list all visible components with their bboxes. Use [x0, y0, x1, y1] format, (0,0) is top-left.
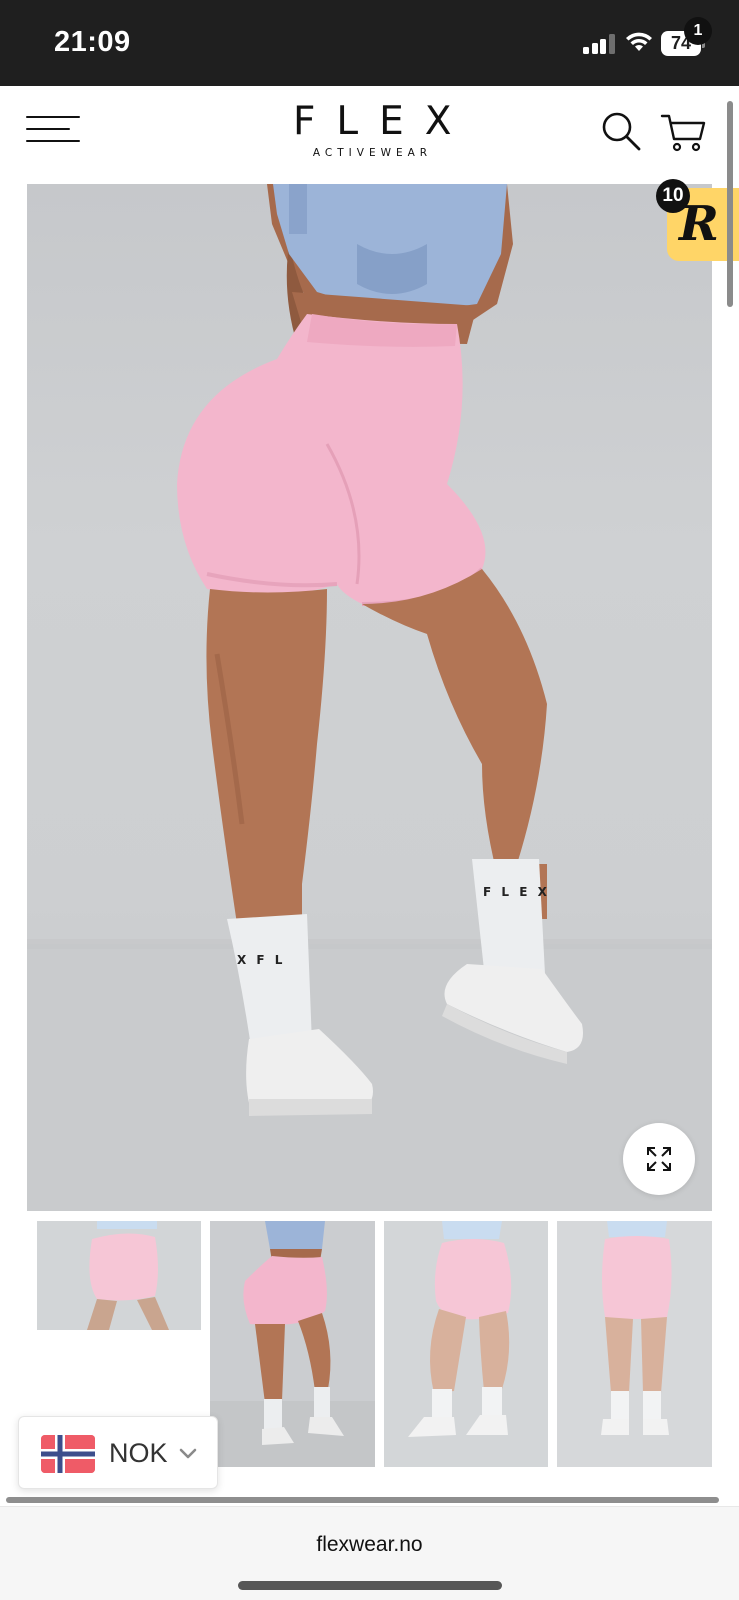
currency-selector[interactable]: NOK: [18, 1416, 218, 1489]
horizontal-scrollbar[interactable]: [6, 1497, 719, 1503]
browser-url-bar[interactable]: flexwear.no: [0, 1506, 739, 1600]
cart-count-badge[interactable]: 1: [684, 17, 712, 45]
search-icon[interactable]: [600, 110, 642, 152]
product-thumbnail-1[interactable]: [37, 1221, 201, 1330]
wifi-icon: [626, 32, 652, 51]
status-bar: 21:09 74: [0, 0, 739, 86]
currency-code: NOK: [109, 1438, 168, 1468]
zoom-button[interactable]: [623, 1123, 695, 1195]
main-product-image[interactable]: X F L F L E X: [27, 184, 712, 1211]
product-thumbnail-4[interactable]: [557, 1221, 712, 1467]
hamburger-menu-icon[interactable]: [26, 114, 82, 146]
cart-icon[interactable]: [660, 108, 708, 154]
vertical-scrollbar[interactable]: [727, 101, 733, 307]
product-thumbnail-2[interactable]: [210, 1221, 375, 1467]
norway-flag-icon: [41, 1435, 95, 1473]
cellular-signal-icon: [583, 34, 615, 54]
logo-wordmark: FLEX: [293, 99, 473, 144]
home-indicator[interactable]: [238, 1581, 502, 1590]
expand-icon: [647, 1147, 671, 1171]
product-thumbnail-3[interactable]: [384, 1221, 548, 1467]
rewards-count-badge[interactable]: 10: [656, 179, 690, 213]
chevron-down-icon: [179, 1448, 197, 1459]
logo-tagline: ACTIVEWEAR: [312, 147, 433, 159]
brand-logo[interactable]: FLEX ACTIVEWEAR: [272, 100, 468, 162]
url-text[interactable]: flexwear.no: [0, 1533, 739, 1557]
site-header: FLEX ACTIVEWEAR: [0, 86, 739, 184]
main-image-alt: [27, 184, 712, 1211]
status-time: 21:09: [54, 26, 131, 58]
